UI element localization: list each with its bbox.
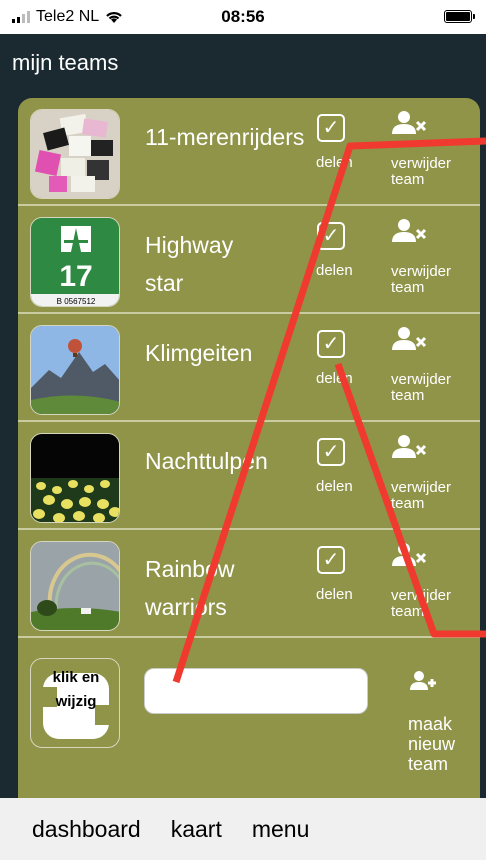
candy-photo-icon: [31, 110, 119, 198]
share-checkbox[interactable]: ✓: [317, 546, 345, 574]
remove-team-label[interactable]: verwijder team: [391, 480, 471, 512]
highway-sign-photo-icon: 17 B 0567512: [31, 218, 119, 306]
tulips-photo-icon: [31, 434, 119, 522]
status-bar: Tele2 NL 08:56: [0, 0, 486, 34]
nav-kaart[interactable]: kaart: [171, 816, 222, 843]
remove-user-icon[interactable]: [392, 218, 428, 244]
new-team-section: klik en wijzig maak nieuw team: [18, 648, 480, 798]
create-team-label[interactable]: maak nieuw team: [408, 714, 468, 774]
rainbow-photo-icon: [31, 542, 119, 630]
team-name: Nachttulpen: [145, 448, 268, 474]
nav-dashboard[interactable]: dashboard: [32, 816, 141, 843]
team-name: Rainbow warriors: [145, 556, 235, 620]
share-label: delen: [316, 154, 353, 171]
share-label: delen: [316, 478, 353, 495]
team-name: Highway star: [145, 232, 234, 296]
page-title: mijn teams: [12, 50, 119, 75]
teams-card: 11-merenrijders ✓ delen verwijder team 1…: [18, 98, 480, 798]
team-photo-candy[interactable]: [30, 109, 120, 199]
share-label: delen: [316, 370, 353, 387]
team-row: Nachttulpen ✓ delen verwijder team: [18, 422, 480, 530]
team-name: 11-merenrijders: [145, 124, 305, 150]
status-time: 08:56: [221, 7, 265, 26]
share-checkbox[interactable]: ✓: [317, 114, 345, 142]
share-checkbox[interactable]: ✓: [317, 330, 345, 358]
team-photo-highway[interactable]: 17 B 0567512: [30, 217, 120, 307]
share-label: delen: [316, 262, 353, 279]
svg-text:B 0567512: B 0567512: [57, 297, 96, 306]
nav-menu[interactable]: menu: [252, 816, 310, 843]
remove-user-icon[interactable]: [392, 326, 428, 352]
team-row: Rainbow warriors ✓ delen verwijder team: [18, 530, 480, 638]
new-team-photo-button[interactable]: klik en wijzig: [30, 658, 120, 748]
remove-team-label[interactable]: verwijder team: [391, 588, 471, 620]
share-label: delen: [316, 586, 353, 603]
remove-team-label[interactable]: verwijder team: [391, 372, 471, 404]
remove-user-icon[interactable]: [392, 434, 428, 460]
share-checkbox[interactable]: ✓: [317, 222, 345, 250]
remove-user-icon[interactable]: [392, 542, 428, 568]
add-user-icon[interactable]: [410, 670, 438, 692]
balloon-mountain-photo-icon: [31, 326, 119, 414]
team-name: Klimgeiten: [145, 340, 253, 366]
team-row: 17 B 0567512 Highway star ✓ delen verwij…: [18, 206, 480, 314]
svg-text:17: 17: [59, 260, 92, 293]
new-team-name-input[interactable]: [144, 668, 368, 714]
share-checkbox[interactable]: ✓: [317, 438, 345, 466]
team-photo-tulips[interactable]: [30, 433, 120, 523]
team-photo-rainbow[interactable]: [30, 541, 120, 631]
team-row: 11-merenrijders ✓ delen verwijder team: [18, 98, 480, 206]
battery-icon: [444, 10, 475, 23]
remove-user-icon[interactable]: [392, 110, 428, 136]
team-row: Klimgeiten ✓ delen verwijder team: [18, 314, 480, 422]
remove-team-label[interactable]: verwijder team: [391, 156, 471, 188]
bottom-nav: dashboard kaart menu: [0, 798, 486, 860]
team-photo-balloon[interactable]: [30, 325, 120, 415]
new-team-photo-label: klik en wijzig: [52, 669, 100, 710]
remove-team-label[interactable]: verwijder team: [391, 264, 471, 296]
